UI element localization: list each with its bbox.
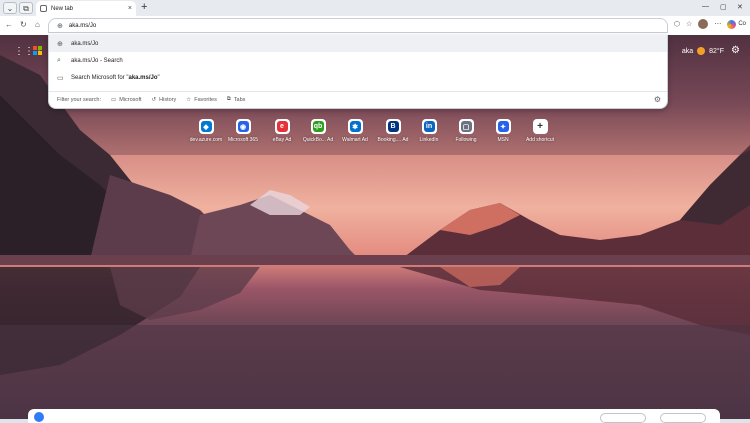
page-settings-gear-icon[interactable]: ⚙	[731, 45, 740, 56]
extensions-icon[interactable]: ⬡	[674, 20, 680, 28]
quick-link-msn[interactable]: ✦ MSN	[483, 119, 523, 143]
workspaces-icon[interactable]: ⧉	[19, 2, 33, 14]
quick-link-microsoft-365[interactable]: ◉ Microsoft 365	[223, 119, 263, 143]
profile-avatar[interactable]	[698, 19, 709, 29]
ad-badge: Ad	[327, 137, 334, 143]
news-feed-bar	[28, 409, 720, 423]
azure-devops-icon: ◆	[200, 121, 212, 132]
filter-microsoft[interactable]: ▭ Microsoft	[111, 97, 142, 103]
more-menu-icon[interactable]: ⋯	[714, 20, 721, 28]
suggestion-search[interactable]: ⌕ aka.ms/Jo - Search	[49, 52, 667, 69]
quick-link-linkedin[interactable]: in LinkedIn	[409, 119, 449, 143]
booking-icon: B	[387, 121, 399, 132]
star-icon: ☆	[186, 96, 192, 103]
quick-link-ebay[interactable]: e eBay Ad	[262, 119, 302, 143]
weather-sun-icon	[697, 47, 706, 55]
quick-link-label: MSN	[497, 137, 509, 143]
suggestion-search-microsoft[interactable]: ▭ Search Microsoft for " aka.ms/Jo "	[49, 69, 667, 86]
weather-widget[interactable]: aka 82°F	[682, 47, 724, 55]
home-icon[interactable]: ⌂	[35, 20, 40, 29]
quick-link-label: Booking....	[377, 137, 402, 143]
search-filter-row: Filter your search: ▭ Microsoft ↺ History …	[49, 91, 667, 107]
quick-link-walmart[interactable]: ✱ Walmart Ad	[335, 119, 375, 143]
filter-history[interactable]: ↺ History	[152, 97, 177, 103]
back-icon[interactable]: ←	[5, 20, 13, 29]
ad-badge: Ad	[361, 137, 368, 143]
tab-strip: ⌄ ⧉ New tab × + — ▢ ✕	[0, 0, 750, 16]
ad-badge: Ad	[285, 137, 292, 143]
filter-label: Tabs	[233, 96, 246, 103]
briefcase-icon: ▭	[111, 96, 117, 103]
linkedin-icon: in	[423, 121, 435, 132]
quick-link-label: Following	[455, 137, 477, 143]
filter-tabs[interactable]: ⧉ Tabs	[227, 96, 246, 103]
globe-icon: ⊕	[57, 40, 63, 48]
refresh-icon[interactable]: ↻	[20, 20, 27, 29]
weather-temperature: 82°F	[709, 47, 724, 55]
minimize-icon[interactable]: —	[702, 3, 709, 10]
following-icon: ▢	[460, 121, 472, 132]
filter-label: Filter your search:	[57, 96, 102, 103]
quick-link-quickbooks[interactable]: qb QuickBo... Ad	[298, 119, 338, 143]
quick-link-add-shortcut[interactable]: + Add shortcut	[520, 119, 560, 143]
quick-link-label: LinkedIn	[419, 137, 439, 143]
tab-favicon-icon	[40, 5, 47, 12]
suggestion-settings-icon[interactable]: ⚙	[654, 95, 661, 104]
feed-personalize-button[interactable]	[600, 413, 646, 423]
briefcase-icon: ▭	[57, 74, 64, 82]
suggestion-bold-query: aka.ms/Jo	[128, 74, 158, 81]
tab-title: New tab	[51, 5, 74, 12]
search-icon: ⌕	[57, 56, 61, 64]
history-icon: ↺	[151, 96, 157, 103]
filter-favorites[interactable]: ☆ Favorites	[186, 97, 217, 103]
quick-link-booking[interactable]: B Booking.... Ad	[373, 119, 413, 143]
globe-icon: ⊕	[57, 22, 63, 30]
suggestion-text: aka.ms/Jo - Search	[71, 57, 123, 64]
quick-link-label: Microsoft 365	[227, 137, 258, 143]
address-bar[interactable]: ⊕ aka.ms/Jo	[48, 18, 668, 33]
tab-new-tab[interactable]: New tab ×	[36, 1, 136, 16]
msn-icon: ✦	[497, 121, 509, 132]
maximize-icon[interactable]: ▢	[720, 3, 727, 11]
filter-label: Microsoft	[119, 96, 142, 103]
tab-close-icon[interactable]: ×	[128, 5, 132, 12]
close-window-icon[interactable]: ✕	[737, 3, 743, 11]
address-input[interactable]: aka.ms/Jo	[69, 23, 96, 29]
filter-label: History	[159, 96, 177, 103]
copilot-button[interactable]: Co	[727, 19, 746, 29]
toolbar: ← ↻ ⌂ ⊕ aka.ms/Jo ⬡ ☆ ⋯ Co	[0, 16, 750, 35]
ad-badge: Ad	[402, 137, 409, 143]
quick-link-label: Add shortcut	[525, 137, 555, 143]
suggestion-url[interactable]: ⊕ aka.ms/Jo	[49, 35, 667, 52]
weather-prefix-text: aka	[681, 47, 694, 55]
quick-link-label: QuickBo...	[302, 137, 326, 143]
microsoft-logo	[33, 46, 43, 56]
add-icon: +	[537, 121, 543, 132]
walmart-icon: ✱	[349, 121, 361, 132]
quick-link-dev-azure[interactable]: ◆ dev.azure.com	[186, 119, 226, 143]
microsoft-365-icon: ◉	[237, 121, 249, 132]
favorites-icon[interactable]: ☆	[686, 20, 692, 28]
quick-link-following[interactable]: ▢ Following	[446, 119, 486, 143]
address-suggestions-dropdown: ⊕ aka.ms/Jo ⌕ aka.ms/Jo - Search ▭ Searc…	[48, 35, 668, 109]
quickbooks-icon: qb	[312, 121, 324, 132]
tabs-icon: ⧉	[226, 96, 231, 102]
feed-settings-button[interactable]	[660, 413, 706, 423]
tab-actions-icon[interactable]: ⌄	[3, 2, 17, 14]
copilot-label: Co	[738, 21, 746, 27]
suggestion-text: aka.ms/Jo	[71, 40, 99, 47]
feed-logo-icon	[34, 412, 44, 422]
copilot-icon	[727, 19, 737, 29]
quick-link-label: eBay	[272, 137, 285, 143]
suggestion-prefix: Search Microsoft for "	[71, 74, 129, 81]
filter-label: Favorites	[194, 96, 217, 103]
ebay-icon: e	[276, 121, 288, 132]
quick-link-label: Walmart	[342, 137, 361, 143]
quick-link-label: dev.azure.com	[189, 137, 223, 143]
suggestion-suffix: "	[157, 74, 160, 81]
new-tab-button[interactable]: +	[141, 1, 147, 13]
